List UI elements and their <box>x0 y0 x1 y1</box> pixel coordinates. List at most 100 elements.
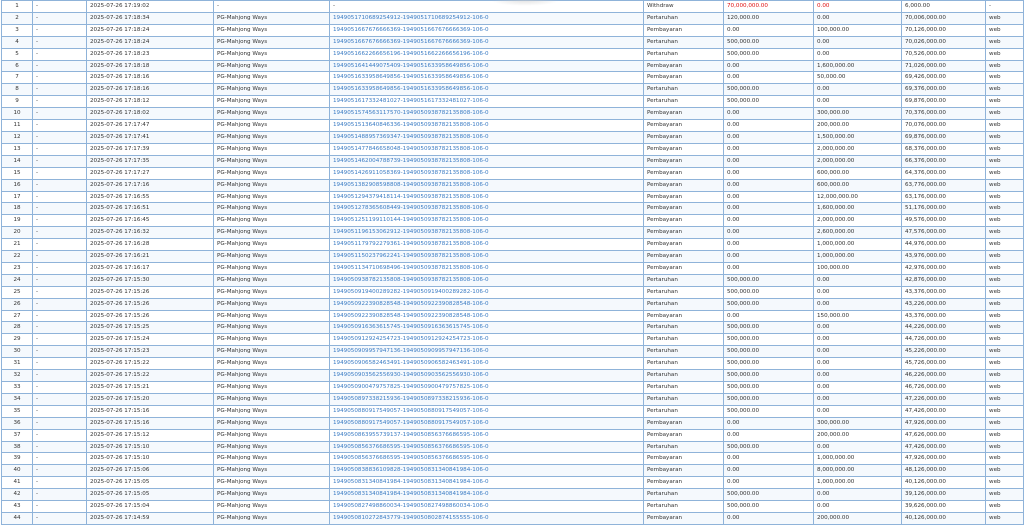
credit-amount-cell: 0.00 <box>813 285 902 299</box>
platform-cell: web <box>985 511 1024 525</box>
transaction-id-link[interactable]: 1949051134710698496-1949050938782135808-… <box>329 261 644 275</box>
platform-cell: web <box>985 190 1024 204</box>
transaction-id-link[interactable]: 1949051251199110144-1949050938782135808-… <box>329 214 644 228</box>
transaction-id-link[interactable]: 1949050897338215936-1949050897338215936-… <box>329 392 644 406</box>
transaction-id-link[interactable]: 1949051488957369347-1949050938782135808-… <box>329 130 644 144</box>
type-cell: Pembayaran <box>643 130 724 144</box>
transaction-id-link[interactable]: 1949051641449075409-1949051633958649856-… <box>329 59 644 73</box>
table-row: 15-2025-07-26 17:17:27 PG-Mahjong Ways 194… <box>1 166 1024 180</box>
transaction-id-link[interactable]: 1949051278365608449-1949050938782135808-… <box>329 202 644 216</box>
balance-cell: 47,926,000.00 <box>901 416 986 430</box>
transaction-id-link[interactable]: 1949050922390828548-1949050922390828548-… <box>329 297 644 311</box>
transaction-id-link[interactable]: 1949050831340841984-1949050831340841984-… <box>329 476 644 490</box>
transaction-id-link[interactable]: 1949051633958649856-1949051633958649856-… <box>329 71 644 85</box>
transaction-id-link[interactable]: 1949050906582463491-1949050906582463491-… <box>329 357 644 371</box>
balance-cell: 47,226,000.00 <box>901 392 986 406</box>
member-cell: - <box>32 428 87 442</box>
game-cell: PG-Mahjong Ways <box>213 71 330 85</box>
platform-cell: web <box>985 261 1024 275</box>
transaction-id-link[interactable]: 1949051462004788739-1949050938782135808-… <box>329 154 644 168</box>
credit-amount-cell: 1,000,000.00 <box>813 476 902 490</box>
transaction-id-link[interactable]: 1949050880917549057-1949050880917549057-… <box>329 416 644 430</box>
transaction-id-link[interactable]: 1949050856376686595-1949050856376686595-… <box>329 440 644 454</box>
credit-amount-cell: 0.00 <box>813 381 902 394</box>
transaction-id-link[interactable]: 1949050810272843779-1949050802874155555-… <box>329 511 644 525</box>
row-number: 9 <box>1 95 33 109</box>
platform-cell: web <box>985 59 1024 73</box>
credit-amount-cell: 1,500,000.00 <box>813 130 902 144</box>
game-cell: PG-Mahjong Ways <box>213 178 330 192</box>
datetime-cell: 2025-07-26 17:15:20 <box>86 392 214 406</box>
member-cell: - <box>32 464 87 478</box>
transaction-id-link[interactable]: 1949050838836109828-1949050831340841984-… <box>329 464 644 478</box>
debit-amount-cell: 0.00 <box>723 190 814 204</box>
transaction-id-link[interactable]: 1949051477846658048-1949050938782135808-… <box>329 142 644 156</box>
transaction-id-link[interactable]: 1949050880917549057-1949050880917549057-… <box>329 404 644 418</box>
credit-amount-cell: 8,000,000.00 <box>813 464 902 478</box>
transaction-id-link[interactable]: 1949051667676666369-1949051667676666369-… <box>329 23 644 37</box>
type-cell: Pembayaran <box>643 23 724 37</box>
transaction-id-link[interactable]: 1949051667676666369-1949051667676666369-… <box>329 35 644 49</box>
balance-cell: 51,176,000.00 <box>901 202 986 216</box>
transaction-id-link[interactable]: 1949051633958649856-1949051633958649856-… <box>329 83 644 97</box>
transaction-id-link[interactable]: 1949050903562556930-1949050903562556930-… <box>329 369 644 382</box>
datetime-cell: 2025-07-26 17:15:05 <box>86 476 214 490</box>
game-cell: PG-Mahjong Ways <box>213 130 330 144</box>
balance-cell: 45,226,000.00 <box>901 345 986 359</box>
member-cell: - <box>32 202 87 216</box>
transaction-id-link[interactable]: 1949050912924254723-1949050912924254723-… <box>329 333 644 347</box>
platform-cell: web <box>985 166 1024 180</box>
transaction-id-link[interactable]: 1949051513640846336-1949050938782135808-… <box>329 119 644 132</box>
transaction-id-link[interactable]: 1949051662266656196-1949051662266656196-… <box>329 47 644 61</box>
datetime-cell: 2025-07-26 17:16:28 <box>86 238 214 252</box>
transaction-id-link[interactable]: 1949051710689254912-1949051710689254912-… <box>329 11 644 25</box>
member-cell: - <box>32 511 87 525</box>
row-number: 6 <box>1 59 33 73</box>
type-cell: Pertaruhan <box>643 369 724 382</box>
row-number: 5 <box>1 47 33 61</box>
platform-cell: web <box>985 321 1024 335</box>
platform-cell: web <box>985 381 1024 394</box>
transaction-id-link[interactable]: 1949050827498860034-1949050827498860034-… <box>329 500 644 513</box>
debit-amount-cell: 500,000.00 <box>723 285 814 299</box>
debit-amount-cell: 0.00 <box>723 476 814 490</box>
transaction-id-link[interactable]: 1949050856376686595-1949050856376686595-… <box>329 452 644 466</box>
credit-amount-cell: 0.00 <box>813 369 902 382</box>
datetime-cell: 2025-07-26 17:15:23 <box>86 345 214 359</box>
platform-cell: web <box>985 178 1024 192</box>
transaction-id-link[interactable]: 1949051426911058369-1949050938782135808-… <box>329 166 644 180</box>
balance-cell: 49,576,000.00 <box>901 214 986 228</box>
table-row: 14-2025-07-26 17:17:35 PG-Mahjong Ways 194… <box>1 154 1024 168</box>
debit-amount-cell: 0.00 <box>723 202 814 216</box>
debit-amount-cell: 500,000.00 <box>723 392 814 406</box>
balance-cell: 63,776,000.00 <box>901 178 986 192</box>
game-cell: PG-Mahjong Ways <box>213 345 330 359</box>
datetime-cell: 2025-07-26 17:17:41 <box>86 130 214 144</box>
debit-amount-cell: 500,000.00 <box>723 500 814 513</box>
transaction-id-link[interactable]: 1949051294379418114-1949050938782135808-… <box>329 190 644 204</box>
transaction-id-link[interactable]: 1949050900479757825-1949050900479757825-… <box>329 381 644 394</box>
transaction-id-link[interactable]: 1949050938782135808-1949050938782135808-… <box>329 273 644 287</box>
transaction-id-link[interactable]: 1949050909957947136-1949050909957947136-… <box>329 345 644 359</box>
credit-amount-cell: 600,000.00 <box>813 178 902 192</box>
row-number: 32 <box>1 369 33 382</box>
transaction-id-link[interactable]: 1949051617332481027-1949051617332481027-… <box>329 95 644 109</box>
transaction-id-link[interactable]: 1949051574563117570-1949050938782135808-… <box>329 107 644 121</box>
transaction-id-link[interactable]: 1949051179792279361-1949050938782135808-… <box>329 238 644 252</box>
type-cell: Pembayaran <box>643 166 724 180</box>
game-cell: PG-Mahjong Ways <box>213 273 330 287</box>
transaction-id-link[interactable]: 1949051196153062912-1949050938782135808-… <box>329 226 644 240</box>
datetime-cell: 2025-07-26 17:18:24 <box>86 23 214 37</box>
transaction-id-link[interactable]: 1949050831340841984-1949050831340841984-… <box>329 488 644 502</box>
transaction-id-link[interactable]: 1949051382908598808-1949050938782135808-… <box>329 178 644 192</box>
transaction-id-link[interactable]: 1949050863955739137-1949050856376686595-… <box>329 428 644 442</box>
table-row: 28-2025-07-26 17:15:25 PG-Mahjong Ways 194… <box>1 321 1024 335</box>
platform-cell: web <box>985 369 1024 382</box>
transaction-id-link[interactable]: 1949050916363615745-1949050916363615745-… <box>329 321 644 335</box>
debit-amount-cell: 0.00 <box>723 214 814 228</box>
transaction-id-link[interactable]: 1949050919400289282-1949050919400289282-… <box>329 285 644 299</box>
transaction-id-link[interactable]: 1949051150237962241-1949050938782135808-… <box>329 250 644 263</box>
balance-cell: 69,876,000.00 <box>901 130 986 144</box>
transaction-id-link[interactable]: 1949050922390828548-1949050922390828548-… <box>329 309 644 323</box>
platform-cell: web <box>985 333 1024 347</box>
